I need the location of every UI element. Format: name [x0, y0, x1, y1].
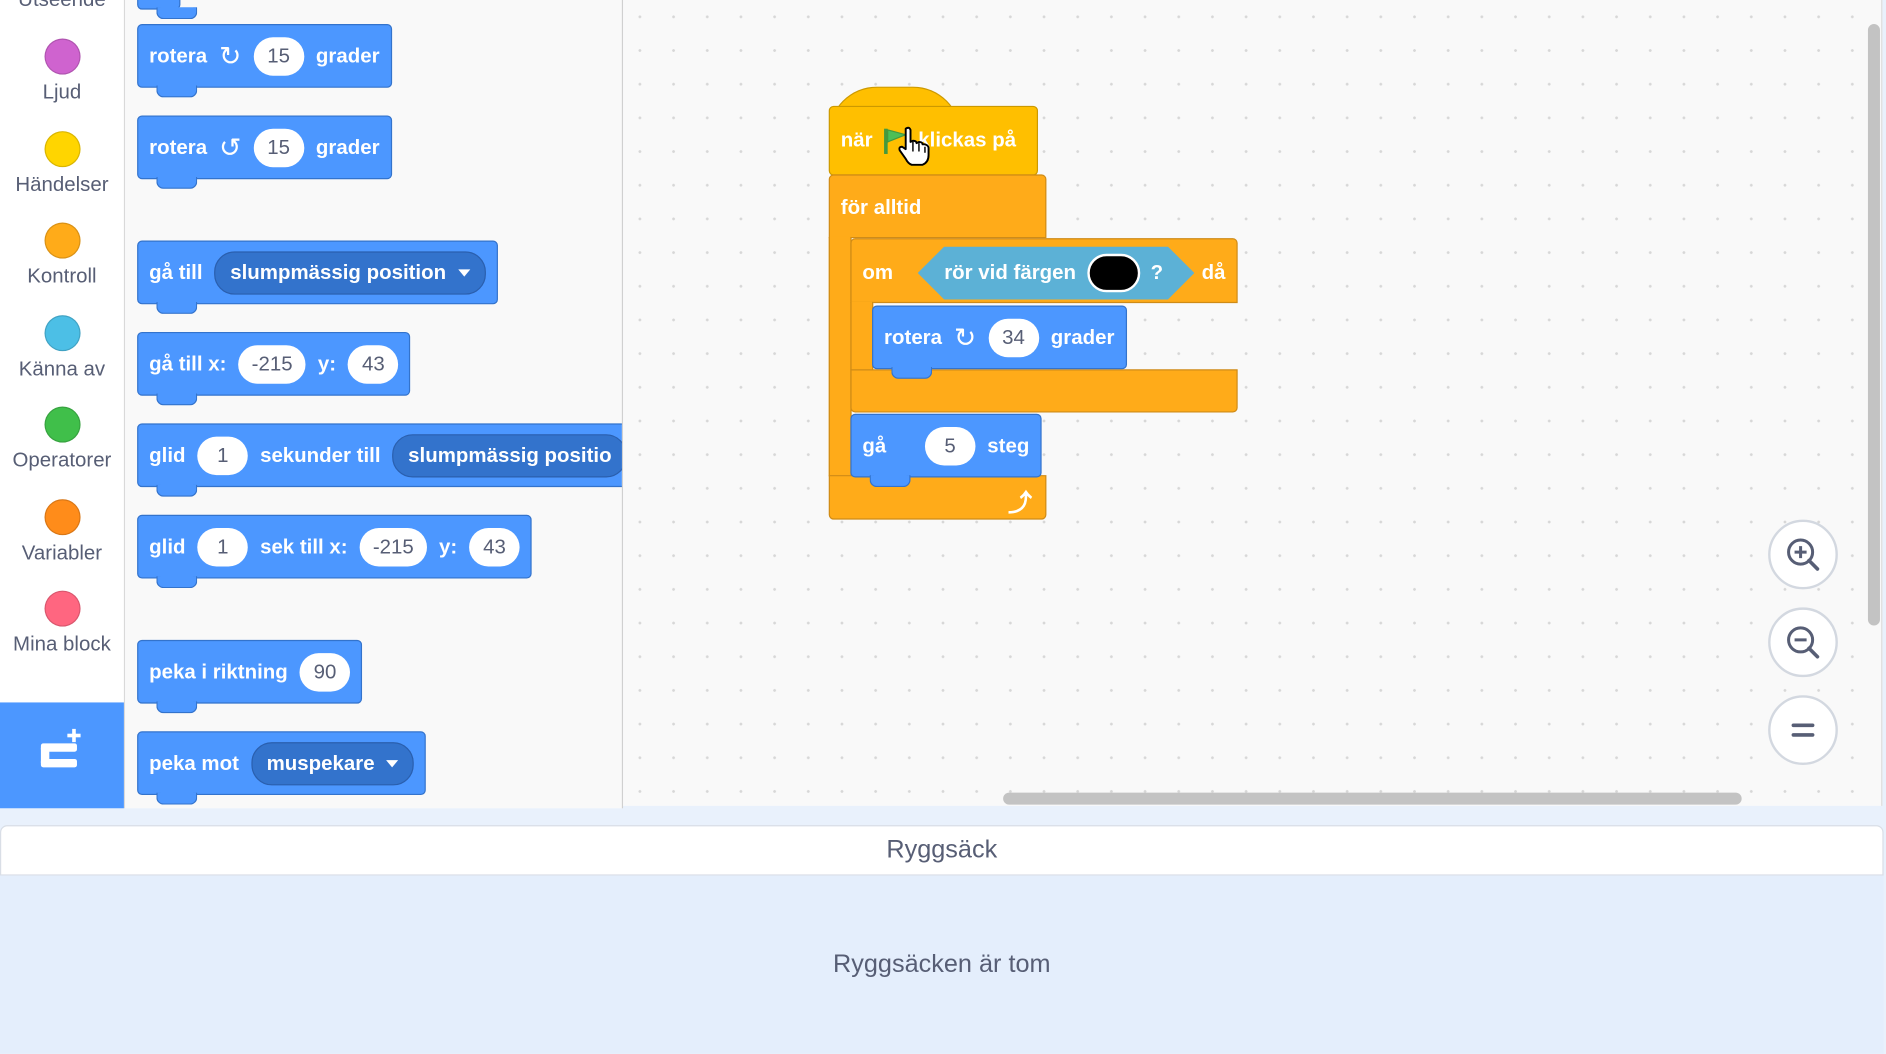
- turn-right-block[interactable]: rotera ↻ 15 grader: [137, 24, 392, 98]
- point-towards-block[interactable]: peka mot muspekare: [137, 731, 427, 805]
- if-arm: [850, 301, 874, 371]
- forever-arm: [828, 236, 852, 477]
- glide-x-input[interactable]: -215: [359, 527, 428, 566]
- hand-cursor-icon: [898, 126, 930, 166]
- if-label: om: [862, 261, 894, 284]
- my-blocks-dot-icon: [43, 590, 80, 627]
- point-towards-dropdown[interactable]: muspekare: [250, 741, 415, 785]
- backpack-panel: Ryggsäck Ryggsäcken är tom: [0, 825, 1884, 1054]
- category-sensing[interactable]: Känna av: [0, 315, 124, 381]
- horizontal-scrollbar[interactable]: [1003, 792, 1742, 805]
- script-turn-block[interactable]: rotera ↻ 34 grader: [872, 305, 1127, 379]
- sensing-dot-icon: [43, 315, 80, 352]
- script-move-steps-input[interactable]: 5: [924, 426, 976, 465]
- glide-to-block[interactable]: glid 1 sekunder till slumpmässig positio: [137, 423, 622, 497]
- script-turn-degrees-input[interactable]: 34: [988, 318, 1039, 357]
- forever-label: för alltid: [840, 196, 922, 219]
- category-control[interactable]: Kontroll: [0, 222, 124, 289]
- category-menu: Utseende Ljud Händelser Kontroll Känna a…: [0, 0, 126, 809]
- loop-arrow-icon: ⤴: [1007, 490, 1033, 518]
- zoom-in-button[interactable]: [1768, 519, 1838, 590]
- control-dot-icon: [43, 222, 80, 259]
- glide-y-input[interactable]: 43: [469, 527, 520, 566]
- sound-dot-icon: [43, 38, 80, 75]
- block-palette: rotera ↻ 15 grader rotera ↺ 15 grader gå…: [125, 0, 624, 809]
- turn-left-block[interactable]: rotera ↺ 15 grader: [137, 115, 392, 189]
- zoom-in-icon: [1787, 538, 1820, 571]
- dropdown-caret-icon: [458, 268, 471, 277]
- touching-color-block[interactable]: rör vid färgen ?: [918, 247, 1195, 300]
- vertical-scrollbar[interactable]: [1867, 24, 1880, 626]
- partial-motion-block[interactable]: [137, 0, 198, 20]
- glide-xy-seconds-input[interactable]: 1: [197, 527, 249, 566]
- zoom-reset-icon: [1791, 723, 1815, 737]
- category-events[interactable]: Händelser: [0, 131, 124, 197]
- category-operators[interactable]: Operatorer: [0, 406, 124, 473]
- rotate-clockwise-icon: ↻: [219, 40, 242, 71]
- backpack-content: Ryggsäcken är tom: [0, 875, 1884, 1054]
- zoom-reset-button[interactable]: [1768, 695, 1838, 765]
- goto-y-input[interactable]: 43: [348, 344, 399, 384]
- category-variables[interactable]: Variabler: [0, 499, 124, 565]
- operators-dot-icon: [43, 406, 80, 443]
- events-dot-icon: [43, 131, 80, 168]
- variables-dot-icon: [43, 499, 80, 536]
- script-move-block[interactable]: gå 5 steg: [850, 413, 1042, 488]
- turn-right-degrees-input[interactable]: 15: [253, 36, 304, 76]
- goto-target-dropdown[interactable]: slumpmässig position: [214, 250, 486, 295]
- add-extension-button[interactable]: [0, 702, 124, 809]
- rotate-counterclockwise-icon: ↺: [219, 131, 242, 162]
- color-swatch-input[interactable]: [1087, 254, 1140, 292]
- goto-x-input[interactable]: -215: [238, 344, 306, 384]
- goto-xy-block[interactable]: gå till x: -215 y: 43: [137, 331, 411, 406]
- then-label: då: [1201, 261, 1226, 284]
- category-looks[interactable]: Utseende: [0, 0, 124, 12]
- glide-seconds-input[interactable]: 1: [197, 436, 249, 475]
- zoom-out-button[interactable]: [1768, 607, 1838, 678]
- zoom-out-icon: [1787, 626, 1820, 659]
- glide-xy-block[interactable]: glid 1 sek till x: -215 y: 43: [137, 514, 532, 589]
- turn-left-degrees-input[interactable]: 15: [253, 128, 304, 167]
- dropdown-caret-icon: [386, 759, 399, 767]
- point-direction-block[interactable]: peka i riktning 90: [137, 639, 363, 714]
- category-my-blocks[interactable]: Mina block: [0, 590, 124, 657]
- goto-block[interactable]: gå till slumpmässig position: [137, 240, 498, 314]
- category-sound[interactable]: Ljud: [0, 38, 124, 104]
- backpack-title: Ryggsäck: [886, 835, 998, 864]
- glide-target-dropdown[interactable]: slumpmässig positio: [392, 433, 622, 477]
- backpack-empty-message: Ryggsäcken är tom: [832, 950, 1051, 978]
- backpack-header[interactable]: Ryggsäck: [0, 825, 1884, 876]
- rotate-clockwise-icon: ↻: [954, 321, 977, 352]
- script-workspace[interactable]: när klickas på för alltid ⤴ om då rör vi…: [623, 0, 1883, 806]
- when-flag-clicked-block[interactable]: när klickas på: [828, 105, 1039, 176]
- direction-input[interactable]: 90: [299, 652, 351, 692]
- add-extension-icon: [40, 728, 81, 768]
